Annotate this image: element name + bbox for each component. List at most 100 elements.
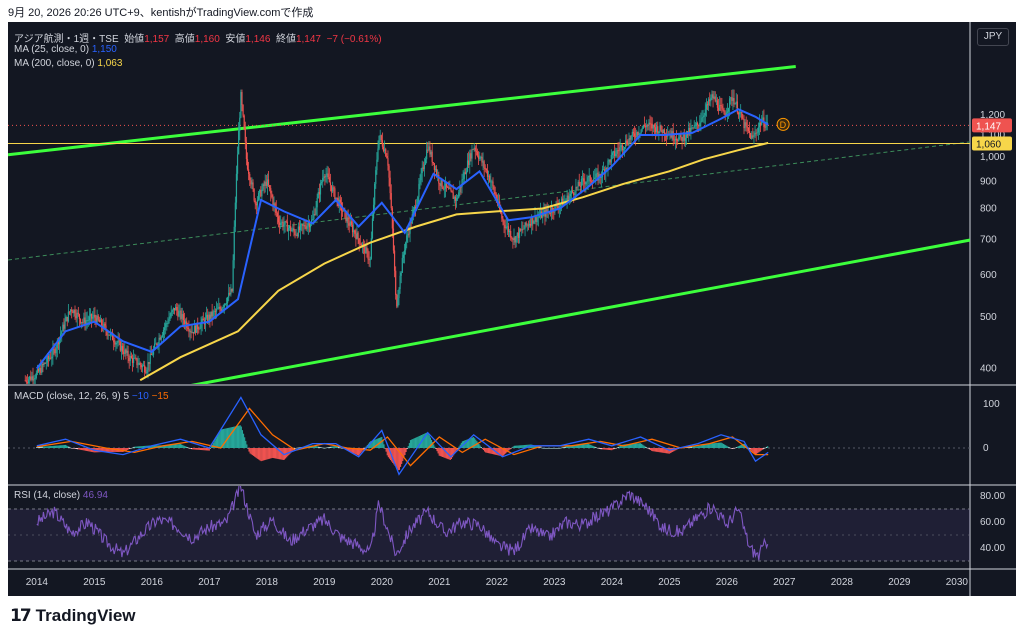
candle-body	[83, 317, 85, 323]
candle-body	[527, 224, 529, 226]
macd-histogram-bar	[287, 448, 289, 457]
ma200-legend[interactable]: MA (200, close, 0) 1,063	[14, 58, 122, 69]
macd-histogram-bar	[704, 444, 706, 448]
candle-body	[378, 135, 380, 149]
candle-body	[450, 188, 452, 191]
tradingview-logo[interactable]: 17 TradingView	[10, 606, 136, 626]
candle-body	[349, 221, 351, 226]
candle-body	[269, 185, 271, 189]
candle-body	[301, 224, 303, 226]
candle-body	[107, 334, 109, 336]
candle-body	[355, 233, 357, 239]
candle-body	[359, 243, 361, 245]
macd-histogram-bar	[658, 448, 660, 453]
candle-body	[346, 217, 348, 222]
candle-body	[79, 318, 82, 323]
candle-body	[637, 131, 639, 136]
macd-histogram-bar	[564, 446, 566, 448]
macd-histogram-bar	[632, 443, 634, 448]
candle-body	[731, 97, 733, 101]
candle-body	[744, 122, 746, 129]
macd-histogram-bar	[320, 447, 322, 448]
candle-body	[347, 217, 349, 224]
y-tick-label: 500	[980, 312, 997, 323]
macd-histogram-bar	[48, 446, 50, 448]
candle-body	[692, 127, 694, 129]
candle-body	[53, 348, 55, 350]
candle-body	[304, 225, 306, 228]
currency-button[interactable]: JPY	[977, 28, 1009, 46]
macd-histogram-bar	[79, 448, 81, 450]
macd-histogram-bar	[263, 448, 266, 461]
candle-body	[501, 212, 503, 219]
macd-histogram-bar	[202, 448, 204, 451]
candle-body	[302, 224, 304, 226]
macd-histogram-bar	[174, 444, 176, 448]
x-tick-label: 2026	[716, 577, 739, 588]
macd-histogram-bar	[479, 445, 481, 448]
macd-histogram-bar	[440, 448, 443, 457]
candle-body	[422, 167, 424, 169]
price-chart[interactable]: 1,2001,1001,000900800700600500400D 1,1471…	[8, 22, 1016, 596]
macd-label: MACD (close, 12, 26, 9)	[14, 391, 121, 402]
macd-histogram-bar	[563, 447, 565, 448]
macd-histogram-bar	[738, 446, 740, 448]
ma25-legend[interactable]: MA (25, close, 0) 1,150	[14, 44, 117, 55]
candle-body	[588, 175, 590, 178]
candle-body	[286, 221, 288, 232]
macd-histogram-bar	[695, 446, 697, 448]
macd-histogram-bar	[652, 448, 654, 452]
candle-body	[87, 320, 89, 321]
candle-body	[303, 225, 305, 226]
candle-body	[155, 343, 157, 345]
candle-body	[656, 126, 658, 133]
macd-histogram-bar	[230, 427, 232, 448]
candle-body	[202, 318, 204, 321]
macd-legend[interactable]: MACD (close, 12, 26, 9) 5 −10 −15	[14, 391, 169, 402]
candle-body	[504, 224, 506, 229]
candle-body	[130, 355, 133, 358]
macd-histogram-bar	[177, 444, 179, 448]
macd-histogram-bar	[184, 446, 186, 448]
macd-histogram-bar	[606, 448, 608, 450]
candle-body	[473, 147, 475, 150]
candle-body	[506, 226, 508, 228]
candle-body	[224, 303, 226, 305]
macd-histogram-bar	[590, 444, 592, 448]
candle-body	[615, 153, 617, 156]
macd-histogram-bar	[271, 448, 273, 458]
candle-body	[239, 117, 241, 131]
macd-histogram-bar	[649, 448, 652, 451]
macd-histogram-bar	[130, 448, 132, 449]
macd-histogram-bar	[698, 445, 700, 448]
candle-body	[449, 188, 451, 190]
candle-body	[633, 133, 636, 137]
x-tick-label: 2015	[83, 577, 106, 588]
candle-body	[199, 328, 201, 330]
candle-body	[684, 137, 686, 141]
macd-histogram-bar	[257, 448, 259, 459]
candle-body	[521, 228, 523, 231]
candle-body	[717, 107, 720, 111]
candle-body	[641, 128, 643, 130]
rsi-legend[interactable]: RSI (14, close) 46.94	[14, 490, 108, 501]
candle-body	[141, 365, 144, 368]
candle-body	[484, 167, 486, 169]
macd-histogram-bar	[54, 445, 57, 448]
x-tick-label: 2028	[831, 577, 854, 588]
candle-body	[607, 160, 609, 169]
candle-body	[133, 358, 135, 363]
candle-body	[285, 221, 287, 223]
macd-histogram-bar	[276, 448, 278, 459]
macd-histogram-bar	[449, 448, 451, 460]
candle-body	[348, 223, 350, 226]
macd-histogram-bar	[321, 447, 323, 449]
macd-histogram-bar	[722, 443, 725, 448]
candle-body	[453, 196, 455, 199]
macd-histogram-bar	[434, 446, 436, 448]
candle-body	[590, 181, 593, 183]
candle-body	[184, 321, 187, 324]
macd-histogram-bar	[730, 448, 732, 449]
candle-body	[401, 257, 403, 273]
candle-body	[742, 118, 744, 120]
